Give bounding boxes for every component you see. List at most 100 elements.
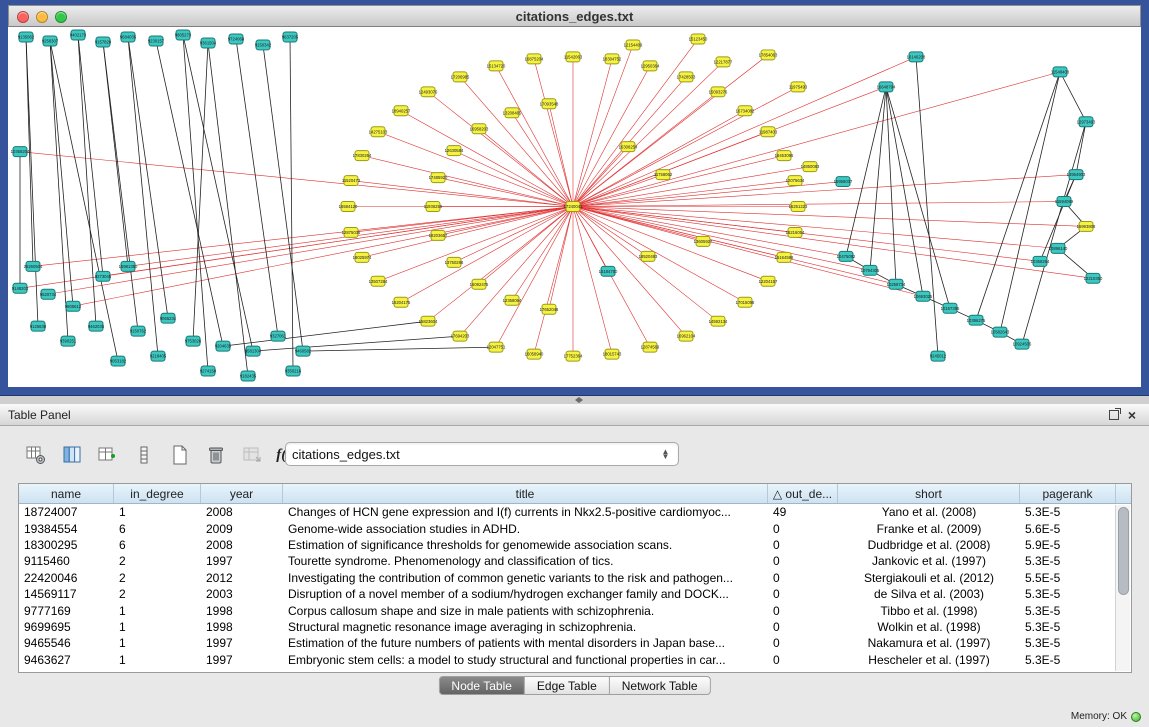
graph-node[interactable]: 16958203 [470, 124, 489, 134]
graph-node[interactable]: 9402173 [70, 30, 87, 40]
zoom-button[interactable] [55, 11, 67, 23]
graph-edge-red[interactable] [438, 178, 573, 207]
graph-node[interactable]: 12493076 [419, 87, 438, 97]
graph-node[interactable]: 10582643 [991, 327, 1010, 337]
graph-node[interactable]: 16058940 [525, 349, 544, 359]
graph-node[interactable]: 17015098 [736, 297, 755, 307]
graph-node[interactable]: 9230157 [148, 36, 165, 46]
graph-edge-red[interactable] [73, 207, 573, 307]
graph-edge-black[interactable] [26, 37, 38, 326]
graph-node[interactable]: 16734082 [736, 106, 755, 116]
graph-edge-black[interactable] [263, 45, 303, 351]
graph-node[interactable]: 9125630 [30, 321, 47, 331]
graph-node[interactable]: 17485920 [429, 173, 448, 183]
tab-network-table[interactable]: Network Table [610, 676, 711, 695]
graph-node[interactable]: 18453096 [775, 151, 794, 161]
graph-node[interactable]: 12217877 [714, 57, 733, 67]
graph-node[interactable]: 16146208 [907, 52, 926, 62]
graph-node[interactable]: 16308254 [619, 142, 638, 152]
graph-node[interactable]: 9350216 [285, 366, 302, 376]
graph-edge-black[interactable] [846, 87, 886, 257]
close-panel-button[interactable]: × [1123, 407, 1141, 423]
graph-node[interactable]: 17240041 [564, 202, 583, 212]
graph-node[interactable]: 9724068 [228, 34, 245, 44]
graph-node[interactable]: 18304752 [603, 54, 622, 64]
column-header-short[interactable]: short [838, 484, 1020, 503]
graph-edge-red[interactable] [573, 57, 916, 207]
graph-edge-red[interactable] [573, 202, 1064, 207]
graph-node[interactable]: 13507284 [369, 276, 388, 286]
graph-edge-black[interactable] [208, 43, 248, 376]
graph-node[interactable]: 12358064 [503, 295, 522, 305]
graph-node[interactable]: 15134720 [487, 61, 506, 71]
panel-splitter[interactable] [0, 396, 1149, 404]
row-tools-icon[interactable] [130, 442, 157, 469]
graph-node[interactable]: 11975493 [789, 82, 808, 92]
graph-edge-black[interactable] [223, 321, 428, 346]
float-panel-button[interactable] [1105, 407, 1123, 423]
graph-node[interactable]: 15993808 [1077, 221, 1096, 231]
graph-node[interactable]: 9274150 [200, 366, 217, 376]
graph-node[interactable]: 9218405 [150, 351, 167, 361]
graph-node[interactable]: 12630584 [445, 146, 464, 156]
graph-edge-red[interactable] [573, 55, 768, 207]
graph-node[interactable]: 18025974 [353, 252, 372, 262]
graph-node[interactable]: 9462035 [88, 321, 105, 331]
graph-node[interactable]: 9273045 [95, 271, 112, 281]
graph-edge-black[interactable] [50, 41, 118, 361]
graph-node[interactable]: 9637205 [282, 32, 299, 42]
graph-edge-red[interactable] [573, 207, 846, 257]
graph-node[interactable]: 15164598 [775, 252, 794, 262]
graph-node[interactable]: 17652048 [540, 304, 559, 314]
network-canvas[interactable]: 1724004116251223182160541516459812204157… [8, 27, 1141, 387]
graph-edge-red[interactable] [573, 147, 628, 207]
graph-edge-black[interactable] [50, 41, 73, 306]
graph-edge-black[interactable] [236, 39, 278, 336]
graph-node[interactable]: 9148203 [12, 283, 29, 293]
graph-node[interactable]: 9753026 [185, 336, 202, 346]
table-selector[interactable]: citations_edges.txt ▲▼ [285, 442, 679, 466]
graph-node[interactable]: 13605927 [694, 236, 713, 246]
new-column-icon[interactable] [94, 442, 121, 469]
graph-node[interactable]: 15958037 [834, 177, 853, 187]
graph-node[interactable]: 9150762 [130, 326, 147, 336]
graph-node[interactable]: 25260504 [24, 261, 43, 271]
graph-edge-red[interactable] [573, 45, 633, 207]
delete-table-icon[interactable] [202, 442, 229, 469]
graph-node[interactable]: 16092475 [470, 279, 489, 289]
graph-edge-black[interactable] [1060, 72, 1086, 122]
column-header-title[interactable]: title [283, 484, 768, 503]
graph-node[interactable]: 11758062 [654, 170, 673, 180]
graph-node[interactable]: 9182435 [240, 371, 257, 381]
graph-node[interactable]: 11594089 [1055, 197, 1074, 207]
table-row[interactable]: 969969511998Structural magnetic resonanc… [19, 619, 1131, 635]
graph-node[interactable]: 16584120 [339, 202, 358, 212]
graph-node[interactable]: 12950364 [641, 61, 660, 71]
graph-node[interactable]: 10358264 [1031, 256, 1050, 266]
graph-node[interactable]: 11542063 [564, 52, 583, 62]
graph-node[interactable]: 12875036 [342, 227, 361, 237]
graph-edge-black[interactable] [916, 57, 938, 356]
show-columns-icon[interactable] [58, 442, 85, 469]
network-graph[interactable]: 1724004116251223182160541516459812204157… [8, 27, 1141, 387]
graph-node[interactable]: 9520734 [40, 289, 57, 299]
window-titlebar[interactable]: citations_edges.txt [8, 5, 1141, 27]
graph-node[interactable]: 9065234 [160, 313, 177, 323]
graph-node[interactable]: 9327061 [270, 331, 287, 341]
graph-edge-red[interactable] [573, 207, 1058, 249]
graph-node[interactable]: 13750298 [445, 257, 464, 267]
graph-node[interactable]: 14850083 [801, 162, 820, 172]
new-table-icon[interactable] [166, 442, 193, 469]
tab-edge-table[interactable]: Edge Table [525, 676, 610, 695]
graph-node[interactable]: 11520473 [342, 176, 361, 186]
graph-node[interactable]: 12154409 [624, 40, 643, 50]
graph-node[interactable]: 9258307 [42, 36, 59, 46]
graph-node[interactable]: 10693025 [914, 291, 933, 301]
graph-edge-red[interactable] [362, 207, 573, 258]
graph-node[interactable]: 14275103 [369, 127, 388, 137]
graph-edge-black[interactable] [290, 37, 293, 371]
graph-edge-red[interactable] [573, 175, 1076, 207]
table-row[interactable]: 946554611997Estimation of the future num… [19, 635, 1131, 651]
graph-node[interactable]: 9805612 [65, 301, 82, 311]
scrollbar-thumb[interactable] [1118, 507, 1129, 595]
